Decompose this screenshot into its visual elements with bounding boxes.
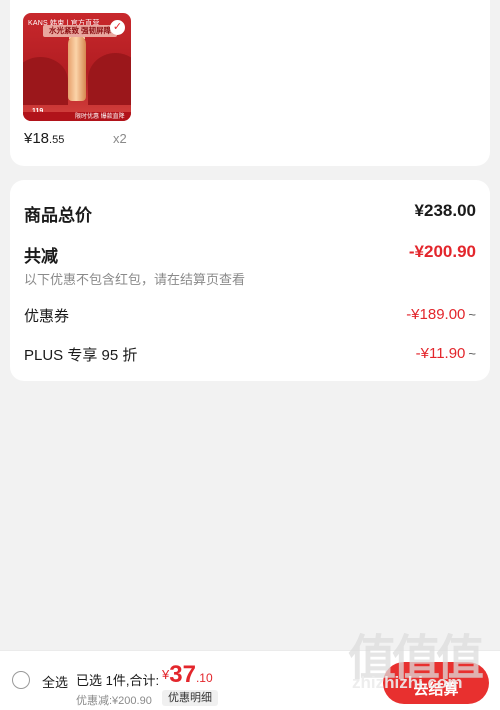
price-summary-card: 商品总价 ¥238.00 共减 -¥200.90 以下优惠不包含红包，请在结算页… <box>10 180 490 381</box>
product-card: KANS 韩束 | 官方直营 水光紧致 强韧屏障 ✓ 119 限时优惠 爆款直降… <box>10 0 490 166</box>
selected-count: 已选 1件,合计: <box>76 673 160 688</box>
quantity: x2 <box>113 131 127 146</box>
watermark-site: zhizhizhi.com <box>352 673 463 692</box>
plus-discount-value: -¥11.90 <box>415 345 466 362</box>
discount-detail-button[interactable]: 优惠明细 <box>162 690 218 706</box>
select-all-label[interactable]: 全选 <box>42 672 68 691</box>
discount-note: 以下优惠不包含红包，请在结算页查看 <box>24 272 246 287</box>
plus-row-value[interactable]: -¥11.90 ~ <box>416 345 476 362</box>
unit-price: ¥18.55 <box>24 130 64 147</box>
thumbnail-hill-left <box>23 57 68 105</box>
total-price-label: 商品总价 <box>24 206 92 225</box>
discount-summary: 优惠减:¥200.90 <box>76 695 152 707</box>
thumbnail-headline: 水光紧致 强韧屏障 <box>43 25 117 37</box>
plus-discount-label: PLUS 专享 95 折 <box>24 347 138 364</box>
thumbnail-bottle <box>68 35 86 101</box>
pay-amount-int: 37 <box>169 661 196 688</box>
expand-icon: ~ <box>468 307 476 322</box>
thumbnail-strip-label: 限时优惠 爆款直降 <box>75 114 125 120</box>
pay-amount-dec: .10 <box>195 671 213 685</box>
coupon-label: 优惠券 <box>24 308 70 325</box>
checkmark-icon: ✓ <box>110 20 125 35</box>
thumbnail-hill-right <box>88 53 131 105</box>
total-price-value: ¥238.00 <box>414 201 476 220</box>
select-all-radio[interactable] <box>12 671 30 689</box>
pay-amount: ¥37.10 <box>162 658 213 688</box>
product-thumbnail[interactable]: KANS 韩束 | 官方直营 水光紧致 强韧屏障 ✓ 119 限时优惠 爆款直降 <box>23 13 131 121</box>
unit-price-dec: .55 <box>49 134 65 146</box>
unit-price-int: ¥18 <box>24 130 50 147</box>
expand-icon: ~ <box>468 346 476 361</box>
total-discount-value: -¥200.90 <box>408 242 476 261</box>
coupon-row-value[interactable]: -¥189.00 ~ <box>406 306 476 323</box>
total-discount-label: 共减 <box>24 247 58 266</box>
coupon-value: -¥189.00 <box>406 306 466 323</box>
